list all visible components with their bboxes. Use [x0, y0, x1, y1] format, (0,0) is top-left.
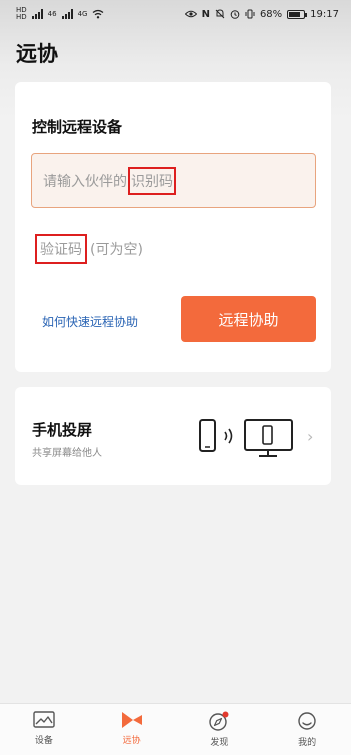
- screen-cast-title: 手机投屏: [32, 421, 93, 439]
- partner-id-input[interactable]: 请输入伙伴的 识别码: [31, 153, 316, 208]
- remote-control-card: 控制远程设备 请输入伙伴的 识别码 验证码 (可为空) 如何快速远程协助 远程协助: [15, 82, 331, 372]
- tab-remote-assist[interactable]: 远协: [88, 704, 176, 755]
- eye-icon: [184, 10, 197, 18]
- network-label: 46: [47, 9, 57, 18]
- battery-percent: 68%: [259, 8, 283, 20]
- screen-cast-card[interactable]: 手机投屏 共享屏幕给他人 ›: [15, 387, 331, 485]
- device-icon: [33, 711, 55, 728]
- tab-device-label: 设备: [34, 736, 53, 746]
- tab-discover[interactable]: 发现: [176, 704, 264, 755]
- signal-icon: [31, 9, 43, 19]
- status-bar: HD HD 46 4G N 68% 19:17: [0, 0, 351, 28]
- partner-id-placeholder: 请输入伙伴的: [43, 173, 127, 190]
- remote-assist-button[interactable]: 远程协助: [181, 296, 316, 342]
- remote-card-heading: 控制远程设备: [32, 118, 123, 136]
- notification-dot: [222, 711, 229, 718]
- chevron-right-icon: ›: [307, 427, 314, 446]
- tab-profile[interactable]: 我的: [263, 704, 351, 755]
- remote-assist-icon: [121, 712, 142, 728]
- alarm-icon: [230, 10, 240, 19]
- clock: 19:17: [310, 8, 339, 20]
- profile-icon: [298, 712, 316, 730]
- verification-code-input[interactable]: 验证码 (可为空): [35, 233, 143, 265]
- tab-remote-assist-label: 远协: [122, 736, 141, 746]
- carrier-label: HD: [16, 13, 27, 21]
- verification-code-optional: (可为空): [90, 242, 143, 258]
- verification-code-highlight: 验证码: [35, 234, 87, 264]
- mute-icon: [215, 9, 225, 19]
- battery-fill: [289, 11, 301, 17]
- phone-icon: [199, 419, 216, 452]
- tab-discover-label: 发现: [210, 738, 229, 748]
- network-label: 4G: [77, 9, 88, 18]
- id-code-highlight: 识别码: [128, 166, 176, 195]
- page-title: 远协: [16, 42, 58, 66]
- tab-device[interactable]: 设备: [0, 704, 88, 755]
- compass-icon: [209, 711, 229, 731]
- tab-profile-label: 我的: [298, 738, 317, 748]
- wifi-icon: [93, 9, 104, 19]
- bottom-tab-bar: 设备 远协 发现 我的: [0, 703, 351, 755]
- signal-icon: [61, 9, 73, 19]
- battery-icon: [287, 9, 308, 19]
- remote-help-link[interactable]: 如何快速远程协助: [42, 313, 138, 330]
- screen-cast-subtitle: 共享屏幕给他人: [32, 448, 102, 459]
- vibrate-icon: [245, 9, 255, 19]
- screen-cast-illustration: [199, 419, 293, 457]
- monitor-icon: [244, 419, 293, 457]
- wireless-signal-icon: [224, 428, 233, 444]
- nfc-icon: N: [201, 8, 210, 20]
